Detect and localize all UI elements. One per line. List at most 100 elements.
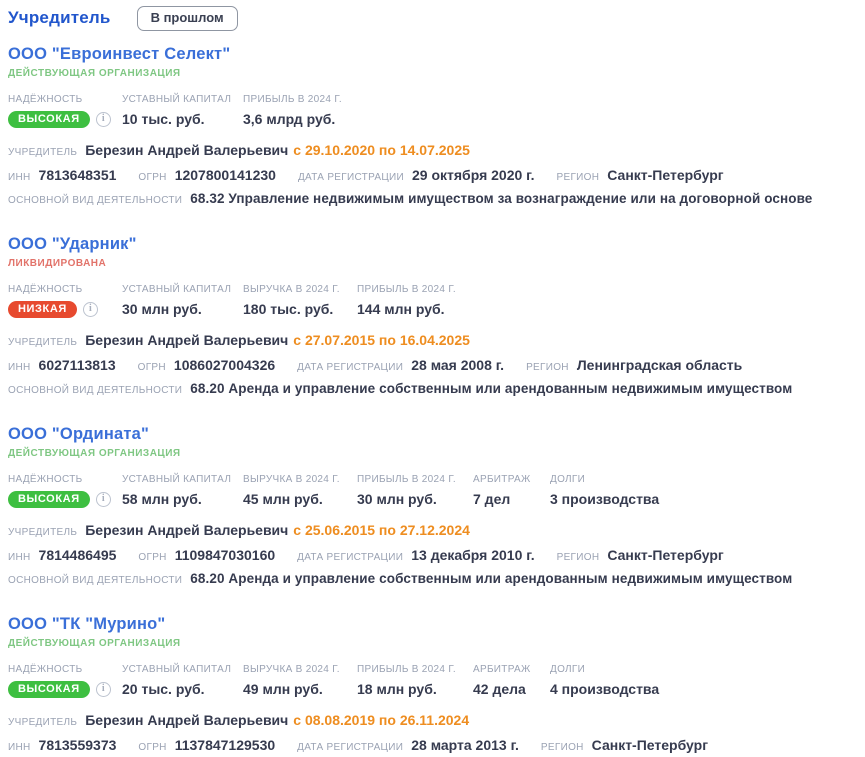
metric-label: АРБИТРАЖ — [473, 664, 550, 675]
metric-label: АРБИТРАЖ — [473, 474, 550, 485]
metric-value: 180 тыс. руб. — [243, 301, 357, 317]
founder-row: УЧРЕДИТЕЛЬ Березин Андрей Валерьевич с 0… — [8, 712, 865, 728]
detail-pair-огрн: ОГРН1109847030160 — [138, 547, 275, 563]
detail-pair-дата-регистрации: ДАТА РЕГИСТРАЦИИ13 декабря 2010 г. — [297, 547, 534, 563]
metric-column: ПРИБЫЛЬ В 2024 Г. 3,6 млрд руб. — [243, 94, 357, 127]
activity-row: ОСНОВНОЙ ВИД ДЕЯТЕЛЬНОСТИ 68.32 Управлен… — [8, 191, 865, 206]
detail-value: Ленинградская область — [577, 357, 742, 373]
detail-label: ОГРН — [138, 742, 166, 753]
metric-value: 42 дела — [473, 681, 550, 697]
reliability-label: НАДЁЖНОСТЬ — [8, 474, 122, 485]
founder-name-link[interactable]: Березин Андрей Валерьевич — [85, 142, 288, 158]
company-metrics-row: НАДЁЖНОСТЬ ВЫСОКАЯ i УСТАВНЫЙ КАПИТАЛ58 … — [8, 474, 865, 508]
reliability-column: НАДЁЖНОСТЬ ВЫСОКАЯ i — [8, 664, 122, 698]
founder-period: с 27.07.2015 по 16.04.2025 — [293, 332, 470, 348]
activity-row: ОСНОВНОЙ ВИД ДЕЯТЕЛЬНОСТИ 68.20 Аренда и… — [8, 381, 865, 396]
detail-label: ДАТА РЕГИСТРАЦИИ — [297, 362, 403, 373]
reliability-label: НАДЁЖНОСТЬ — [8, 284, 122, 295]
detail-value: 1137847129530 — [175, 737, 275, 753]
reliability-badge: ВЫСОКАЯ — [8, 491, 90, 508]
detail-label: РЕГИОН — [557, 172, 600, 183]
founder-label: УЧРЕДИТЕЛЬ — [8, 147, 77, 158]
reliability-column: НАДЁЖНОСТЬ НИЗКАЯ i — [8, 284, 122, 318]
founder-period: с 08.08.2019 по 26.11.2024 — [293, 712, 469, 728]
metric-label: ПРИБЫЛЬ В 2024 Г. — [357, 474, 473, 485]
detail-label: РЕГИОН — [541, 742, 584, 753]
info-icon[interactable]: i — [96, 682, 111, 697]
metric-value: 3 производства — [550, 491, 680, 507]
metric-value: 4 производства — [550, 681, 680, 697]
detail-value: Санкт-Петербург — [607, 547, 723, 563]
metric-value: 3,6 млрд руб. — [243, 111, 357, 127]
activity-value: 68.20 Аренда и управление собственным ил… — [190, 571, 792, 586]
detail-value: 7814486495 — [39, 547, 117, 563]
reliability-label: НАДЁЖНОСТЬ — [8, 664, 122, 675]
metric-column: УСТАВНЫЙ КАПИТАЛ10 тыс. руб. — [122, 94, 243, 127]
metric-value: 7 дел — [473, 491, 550, 507]
founder-label: УЧРЕДИТЕЛЬ — [8, 527, 77, 538]
metric-label: ВЫРУЧКА В 2024 Г. — [243, 664, 357, 675]
detail-label: ОГРН — [138, 552, 166, 563]
metric-label: ПРИБЫЛЬ В 2024 Г. — [243, 94, 357, 105]
detail-pair-инн: ИНН7813648351 — [8, 167, 116, 183]
detail-pair-инн: ИНН6027113813 — [8, 357, 116, 373]
info-icon[interactable]: i — [96, 492, 111, 507]
metric-value: 18 млн руб. — [357, 681, 473, 697]
metric-label: УСТАВНЫЙ КАПИТАЛ — [122, 94, 243, 105]
metric-value: 20 тыс. руб. — [122, 681, 243, 697]
detail-value: 7813559373 — [39, 737, 117, 753]
detail-pair-дата-регистрации: ДАТА РЕГИСТРАЦИИ28 марта 2013 г. — [297, 737, 519, 753]
metric-column: УСТАВНЫЙ КАПИТАЛ30 млн руб. — [122, 284, 243, 317]
detail-pair-регион: РЕГИОНЛенинградская область — [526, 357, 742, 373]
company-list: ООО "Евроинвест Селект" ДЕЙСТВУЮЩАЯ ОРГА… — [8, 45, 865, 757]
metric-value: 58 млн руб. — [122, 491, 243, 507]
company-name-link[interactable]: ООО "Ударник" — [8, 235, 137, 254]
info-icon[interactable]: i — [96, 112, 111, 127]
detail-pair-регион: РЕГИОНСанкт-Петербург — [557, 167, 724, 183]
detail-value: Санкт-Петербург — [592, 737, 708, 753]
detail-value: 29 октября 2020 г. — [412, 167, 534, 183]
detail-label: РЕГИОН — [557, 552, 600, 563]
company-card: ООО "ТК "Мурино" ДЕЙСТВУЮЩАЯ ОРГАНИЗАЦИЯ… — [8, 615, 865, 757]
metric-column: ПРИБЫЛЬ В 2024 Г. 18 млн руб. — [357, 664, 473, 697]
company-name-link[interactable]: ООО "Ордината" — [8, 425, 149, 444]
detail-pair-огрн: ОГРН 1207800141230 — [138, 167, 276, 183]
metric-column: ДОЛГИ4 производства — [550, 664, 680, 697]
detail-label: ДАТА РЕГИСТРАЦИИ — [297, 552, 403, 563]
founder-name-link[interactable]: Березин Андрей Валерьевич — [85, 332, 288, 348]
metric-label: УСТАВНЫЙ КАПИТАЛ — [122, 664, 243, 675]
metric-column: ДОЛГИ3 производства — [550, 474, 680, 507]
founder-name-link[interactable]: Березин Андрей Валерьевич — [85, 712, 288, 728]
founder-name-link[interactable]: Березин Андрей Валерьевич — [85, 522, 288, 538]
detail-label: ДАТА РЕГИСТРАЦИИ — [298, 172, 404, 183]
detail-pair-регион: РЕГИОН Санкт-Петербург — [541, 737, 708, 753]
company-metrics-row: НАДЁЖНОСТЬ ВЫСОКАЯ i УСТАВНЫЙ КАПИТАЛ 20 … — [8, 664, 865, 698]
company-status-label: ДЕЙСТВУЮЩАЯ ОРГАНИЗАЦИЯ — [8, 68, 865, 79]
reliability-column: НАДЁЖНОСТЬ ВЫСОКАЯ i — [8, 474, 122, 508]
activity-value: 68.32 Управление недвижимым имуществом з… — [190, 191, 812, 206]
company-name-link[interactable]: ООО "ТК "Мурино" — [8, 615, 165, 634]
reliability-column: НАДЁЖНОСТЬ ВЫСОКАЯ i — [8, 94, 122, 128]
detail-value: 7813648351 — [39, 167, 117, 183]
detail-pair-огрн: ОГРН1086027004326 — [138, 357, 276, 373]
founder-row: УЧРЕДИТЕЛЬ Березин Андрей Валерьевич с 2… — [8, 142, 865, 158]
metric-label: ВЫРУЧКА В 2024 Г. — [243, 474, 357, 485]
metric-label: ПРИБЫЛЬ В 2024 Г. — [357, 664, 473, 675]
detail-pair-инн: ИНН7814486495 — [8, 547, 116, 563]
info-icon[interactable]: i — [83, 302, 98, 317]
metric-value: 45 млн руб. — [243, 491, 357, 507]
activity-row: ОСНОВНОЙ ВИД ДЕЯТЕЛЬНОСТИ 68.20 Аренда и… — [8, 571, 865, 586]
company-name-link[interactable]: ООО "Евроинвест Селект" — [8, 45, 230, 64]
metric-value: 144 млн руб. — [357, 301, 473, 317]
detail-label: ОГРН — [138, 172, 166, 183]
company-metrics-row: НАДЁЖНОСТЬ НИЗКАЯ i УСТАВНЫЙ КАПИТАЛ30 м… — [8, 284, 865, 318]
metric-value: 30 млн руб. — [122, 301, 243, 317]
past-filter-button[interactable]: В прошлом — [137, 6, 238, 31]
metric-column: АРБИТРАЖ 42 дела — [473, 664, 550, 697]
founder-label: УЧРЕДИТЕЛЬ — [8, 717, 77, 728]
founder-label: УЧРЕДИТЕЛЬ — [8, 337, 77, 348]
detail-label: ДАТА РЕГИСТРАЦИИ — [297, 742, 403, 753]
company-details-row: ИНН7814486495 ОГРН1109847030160 ДАТА РЕГИС… — [8, 547, 865, 563]
detail-value: 1207800141230 — [175, 167, 276, 183]
company-status-label: ДЕЙСТВУЮЩАЯ ОРГАНИЗАЦИЯ — [8, 448, 865, 459]
